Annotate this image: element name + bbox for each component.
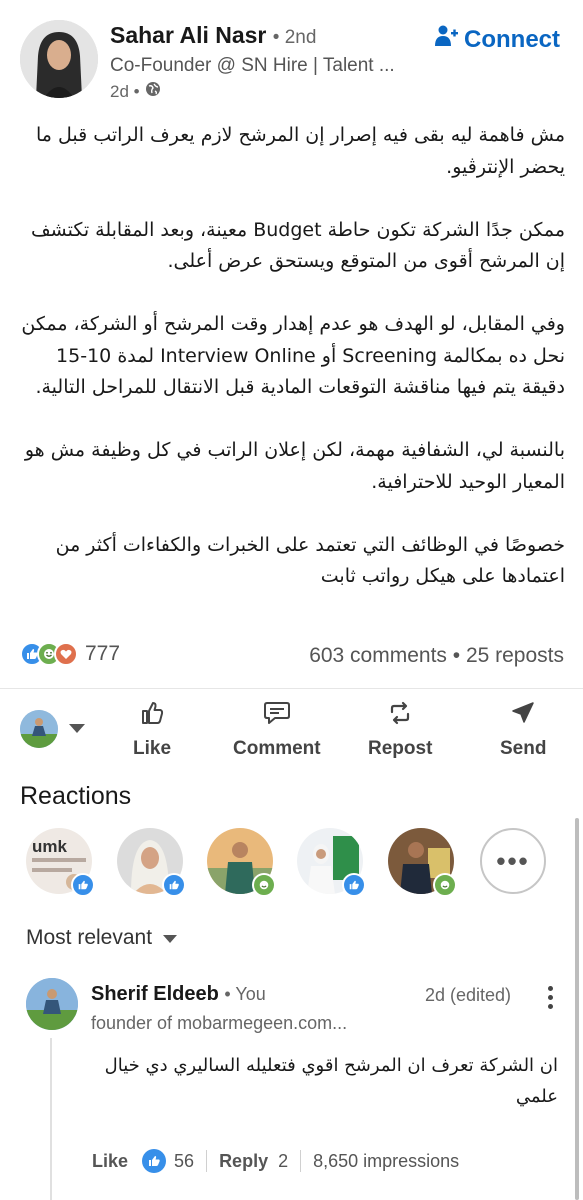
post-paragraph: وفي المقابل، لو الهدف هو عدم إهدار وقت ا… bbox=[21, 313, 565, 398]
post-body: مش فاهمة ليه بقى فيه إصرار إن المرشح لاز… bbox=[20, 120, 565, 593]
like-label: Like bbox=[133, 738, 172, 759]
more-options-icon[interactable] bbox=[546, 986, 554, 1009]
reactor-avatar[interactable] bbox=[297, 828, 366, 897]
sort-label: Most relevant bbox=[26, 926, 153, 949]
more-dots-icon: ••• bbox=[496, 845, 530, 876]
like-badge-icon bbox=[71, 873, 95, 897]
add-person-icon bbox=[434, 24, 458, 55]
send-label: Send bbox=[500, 738, 547, 759]
comment-text: ان الشركة تعرف ان المرشح اقوي فتعليله ال… bbox=[104, 1055, 558, 1107]
funny-badge-icon bbox=[433, 873, 457, 897]
reactor-avatar[interactable] bbox=[207, 828, 276, 897]
commenter-headline: founder of mobarmegeen.com... bbox=[91, 1013, 348, 1033]
like-badge-icon bbox=[162, 873, 186, 897]
comment-button[interactable]: Comment bbox=[233, 700, 321, 760]
author-avatar[interactable] bbox=[20, 20, 98, 98]
reactor-logo-text: umk bbox=[32, 837, 68, 856]
comment-impressions[interactable]: 8,650 impressions bbox=[313, 1151, 459, 1172]
comment-reply-count[interactable]: 2 bbox=[278, 1151, 288, 1172]
chevron-down-icon[interactable] bbox=[68, 722, 86, 740]
connect-label: Connect bbox=[464, 25, 560, 53]
post-paragraph: بالنسبة لي، الشفافية مهمة، لكن إعلان الر… bbox=[24, 439, 565, 493]
speech-bubble-icon bbox=[263, 700, 291, 732]
thumbs-up-icon bbox=[139, 700, 165, 732]
commenter-avatar[interactable] bbox=[26, 978, 78, 1030]
author-name-text[interactable]: Sahar Ali Nasr bbox=[110, 22, 266, 48]
post-paragraph: مش فاهمة ليه بقى فيه إصرار إن المرشح لاز… bbox=[35, 124, 565, 178]
comments-reposts-count[interactable]: 603 comments • 25 reposts bbox=[309, 644, 564, 668]
more-reactions-button[interactable]: ••• bbox=[480, 828, 546, 894]
reaction-count: 777 bbox=[85, 642, 121, 665]
comment-time: 2d (edited) bbox=[425, 985, 512, 1005]
scrollbar[interactable] bbox=[575, 818, 579, 1200]
divider bbox=[206, 1150, 208, 1172]
like-button[interactable]: Like bbox=[133, 700, 171, 760]
sort-dropdown[interactable]: Most relevant bbox=[26, 926, 178, 950]
comment-label: Comment bbox=[233, 738, 321, 759]
reactor-avatar[interactable] bbox=[388, 828, 457, 897]
chevron-down-icon bbox=[162, 926, 178, 950]
commenter-name[interactable]: Sherif Eldeeb • You bbox=[91, 983, 266, 1006]
commenter-you-tag: • You bbox=[224, 984, 266, 1004]
reactor-avatar[interactable] bbox=[117, 828, 186, 897]
author-headline: Co-Founder @ SN Hire | Talent ... bbox=[110, 55, 395, 76]
send-button[interactable]: Send bbox=[500, 700, 546, 760]
reaction-summary[interactable]: 777 bbox=[20, 642, 120, 666]
love-icon bbox=[54, 642, 78, 666]
repost-button[interactable]: Repost bbox=[368, 700, 432, 760]
post-paragraph: ممكن جدًا الشركة تكون حاطة Budget معينة،… bbox=[30, 218, 565, 273]
funny-badge-icon bbox=[252, 873, 276, 897]
reactions-title: Reactions bbox=[20, 782, 132, 810]
comment-like-button[interactable]: Like bbox=[92, 1151, 128, 1172]
connect-button[interactable]: Connect bbox=[434, 24, 560, 55]
comment-actions: Like 56 Reply 2 8,650 impressions bbox=[92, 1149, 459, 1173]
reactor-avatar[interactable]: umk bbox=[26, 828, 95, 897]
post-paragraph: خصوصًا في الوظائف التي تعتمد على الخبرات… bbox=[55, 533, 565, 588]
like-icon bbox=[142, 1149, 167, 1173]
post-time: 2d • bbox=[110, 81, 140, 101]
like-badge-icon bbox=[342, 873, 366, 897]
repost-icon bbox=[387, 700, 413, 732]
send-icon bbox=[510, 700, 536, 732]
post-meta: 2d • bbox=[110, 81, 161, 102]
commenter-name-text[interactable]: Sherif Eldeeb bbox=[91, 983, 219, 1005]
actor-avatar[interactable] bbox=[20, 710, 58, 748]
comment-like-count[interactable]: 56 bbox=[174, 1151, 194, 1172]
thread-line bbox=[50, 1038, 52, 1200]
divider bbox=[0, 688, 583, 689]
author-name[interactable]: Sahar Ali Nasr • 2nd bbox=[110, 22, 316, 49]
divider bbox=[300, 1150, 302, 1172]
globe-icon bbox=[145, 81, 161, 102]
repost-label: Repost bbox=[368, 738, 433, 759]
connection-degree: • 2nd bbox=[272, 27, 317, 48]
comment-reply-button[interactable]: Reply bbox=[219, 1151, 268, 1172]
